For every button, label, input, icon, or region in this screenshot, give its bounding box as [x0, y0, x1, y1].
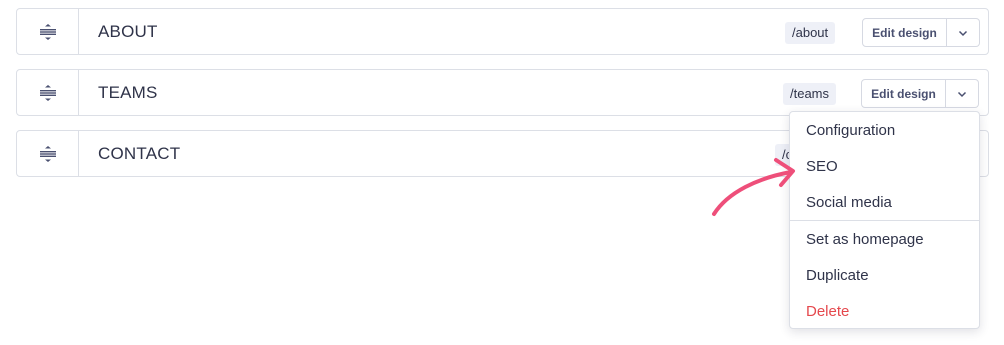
slug-badge: /about	[785, 22, 836, 44]
chevron-down-icon	[957, 91, 967, 97]
more-options-button[interactable]	[946, 79, 979, 108]
menu-item-seo[interactable]: SEO	[790, 149, 979, 185]
drag-handle-icon	[39, 145, 56, 162]
edit-design-button[interactable]: Edit design	[861, 79, 946, 108]
page-name: CONTACT	[98, 144, 181, 163]
page-row-about: ABOUT /about Edit design	[16, 8, 989, 55]
pages-list-screen: ABOUT /about Edit design TEAMS /teams Ed…	[0, 0, 1004, 345]
page-name: TEAMS	[98, 83, 158, 102]
page-name: ABOUT	[98, 22, 158, 41]
menu-item-configuration[interactable]: Configuration	[790, 113, 979, 149]
menu-item-delete[interactable]: Delete	[790, 294, 979, 330]
drag-handle-icon	[39, 84, 56, 101]
menu-item-duplicate[interactable]: Duplicate	[790, 258, 979, 294]
menu-item-social-media[interactable]: Social media	[790, 185, 979, 221]
menu-divider	[790, 220, 979, 221]
row-options-dropdown: Configuration SEO Social media Set as ho…	[789, 111, 980, 329]
page-row-teams: TEAMS /teams Edit design	[16, 69, 989, 116]
menu-item-set-as-homepage[interactable]: Set as homepage	[790, 222, 979, 258]
chevron-down-icon	[958, 30, 968, 36]
drag-handle[interactable]	[17, 131, 79, 176]
edit-design-button[interactable]: Edit design	[862, 18, 947, 47]
drag-handle[interactable]	[17, 9, 79, 54]
drag-handle[interactable]	[17, 70, 79, 115]
drag-handle-icon	[39, 23, 56, 40]
slug-badge: /teams	[783, 83, 837, 105]
more-options-button[interactable]	[947, 18, 980, 47]
